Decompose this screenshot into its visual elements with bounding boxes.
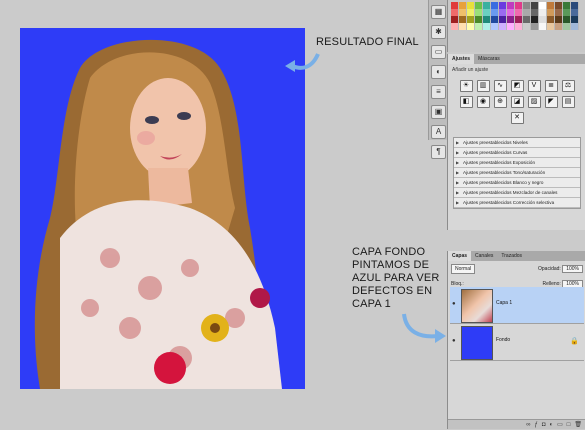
layer-row-fondo[interactable]: ● Fondo 🔒 — [450, 324, 584, 361]
list-item[interactable]: Ajustes preestablecidos Curvas — [454, 148, 580, 158]
fx-icon[interactable]: ƒ — [534, 420, 537, 429]
layer-name: Capa 1 — [496, 300, 513, 306]
gradient-map-icon[interactable]: ▤ — [561, 96, 575, 108]
list-item[interactable]: Ajustes preestablecidos Tono/saturación — [454, 168, 580, 178]
arrow-icon — [285, 53, 320, 72]
layer-thumbnail-fondo — [461, 326, 493, 360]
lock-icon: 🔒 — [570, 338, 579, 345]
list-item[interactable]: Ajustes preestablecidos Exposición — [454, 158, 580, 168]
arrow-icon — [402, 313, 446, 343]
history-panel-button[interactable]: ≡ — [431, 85, 446, 99]
list-item[interactable]: Ajustes preestablecidos Blanco y negro — [454, 178, 580, 188]
list-item[interactable]: Ajustes preestablecidos Niveles — [454, 138, 580, 148]
tab-paths[interactable]: Trazados — [497, 251, 526, 261]
opacity-label: Opacidad: — [538, 266, 561, 272]
posterize-icon[interactable]: ▨ — [527, 96, 541, 108]
tab-layers[interactable]: Capas — [448, 251, 472, 261]
link-icon[interactable]: ∞ — [526, 420, 530, 429]
document-canvas: RESULTADO FINAL CAPA FONDO PINTAMOS DE A… — [0, 0, 447, 429]
list-item[interactable]: Ajustes preestablecidos Corrección selec… — [454, 198, 580, 208]
tab-masks[interactable]: Máscaras — [474, 54, 504, 64]
mask-panel-button[interactable]: ◐ — [431, 65, 446, 79]
exposure-icon[interactable]: ◩ — [510, 80, 524, 92]
curves-icon[interactable]: ∿ — [493, 80, 507, 92]
styles-panel-button[interactable]: ✱ — [431, 25, 446, 39]
swatches-panel-button[interactable]: ▦ — [431, 5, 446, 19]
color-balance-icon[interactable]: ⚖ — [561, 80, 575, 92]
group-icon[interactable]: ▭ — [557, 420, 563, 429]
eye-icon[interactable]: ● — [452, 338, 458, 344]
new-layer-icon[interactable]: □ — [567, 420, 571, 429]
photo-filter-icon[interactable]: ◉ — [476, 96, 490, 108]
annotation-layer-note: CAPA FONDO PINTAMOS DE AZUL PARA VER DEF… — [352, 246, 440, 310]
brightness-icon[interactable]: ☀ — [459, 80, 473, 92]
preset-list: Ajustes preestablecidos Niveles Ajustes … — [453, 137, 581, 209]
channel-mixer-icon[interactable]: ⊕ — [493, 96, 507, 108]
hue-saturation-icon[interactable]: ≣ — [544, 80, 558, 92]
vibrance-icon[interactable]: V — [527, 80, 541, 92]
adjustment-layer-icon[interactable]: ◐ — [549, 420, 553, 429]
paragraph-panel-button[interactable]: ¶ — [431, 145, 446, 159]
adjustments-panel: Ajustes Máscaras Añadir un ajuste ☀ ▥ ∿ … — [447, 54, 585, 230]
adjustments-tab-bar: Ajustes Máscaras — [448, 54, 585, 64]
trash-icon[interactable]: 🗑 — [574, 420, 582, 429]
swatches-panel — [447, 0, 585, 52]
levels-icon[interactable]: ▥ — [476, 80, 490, 92]
layer-row-capa-1[interactable]: ● Capa 1 — [450, 287, 584, 324]
character-panel-button[interactable]: A — [431, 125, 446, 139]
layers-panel: Capas Canales Trazados Normal Opacidad: … — [447, 251, 585, 429]
layers-tab-bar: Capas Canales Trazados — [448, 251, 585, 261]
eye-icon[interactable]: ● — [452, 301, 458, 307]
selective-color-icon[interactable]: ✕ — [510, 112, 524, 124]
blend-opacity-row: Normal Opacidad: 100% — [448, 261, 585, 277]
swatch-grid[interactable] — [451, 2, 579, 30]
actions-panel-button[interactable]: ▣ — [431, 105, 446, 119]
panel-dock-strip: ▦ ✱ ▭ ◐ ≡ ▣ A ¶ — [428, 0, 448, 159]
opacity-field[interactable]: 100% — [562, 265, 583, 273]
image-panel-button[interactable]: ▭ — [431, 45, 446, 59]
threshold-icon[interactable]: ◤ — [544, 96, 558, 108]
adjustment-icons: ☀ ▥ ∿ ◩ V ≣ ⚖ ◧ ◉ ⊕ ◪ ▨ ◤ ▤ ✕ — [448, 76, 585, 124]
woman-portrait-image — [20, 28, 305, 389]
layers-bottom-bar: ∞ ƒ ◘ ◐ ▭ □ 🗑 — [448, 419, 585, 429]
annotation-result: RESULTADO FINAL — [316, 36, 419, 48]
layer-thumbnail-capa-1 — [461, 289, 493, 323]
adjustments-title: Añadir un ajuste — [452, 67, 489, 73]
black-white-icon[interactable]: ◧ — [459, 96, 473, 108]
tab-adjustments[interactable]: Ajustes — [448, 54, 475, 64]
layer-name: Fondo — [496, 337, 511, 343]
invert-icon[interactable]: ◪ — [510, 96, 524, 108]
tab-channels[interactable]: Canales — [471, 251, 497, 261]
list-item[interactable]: Ajustes preestablecidos Mezclador de can… — [454, 188, 580, 198]
photo-blue-background — [20, 28, 305, 389]
blend-mode-select[interactable]: Normal — [451, 264, 476, 274]
mask-icon[interactable]: ◘ — [542, 420, 546, 429]
